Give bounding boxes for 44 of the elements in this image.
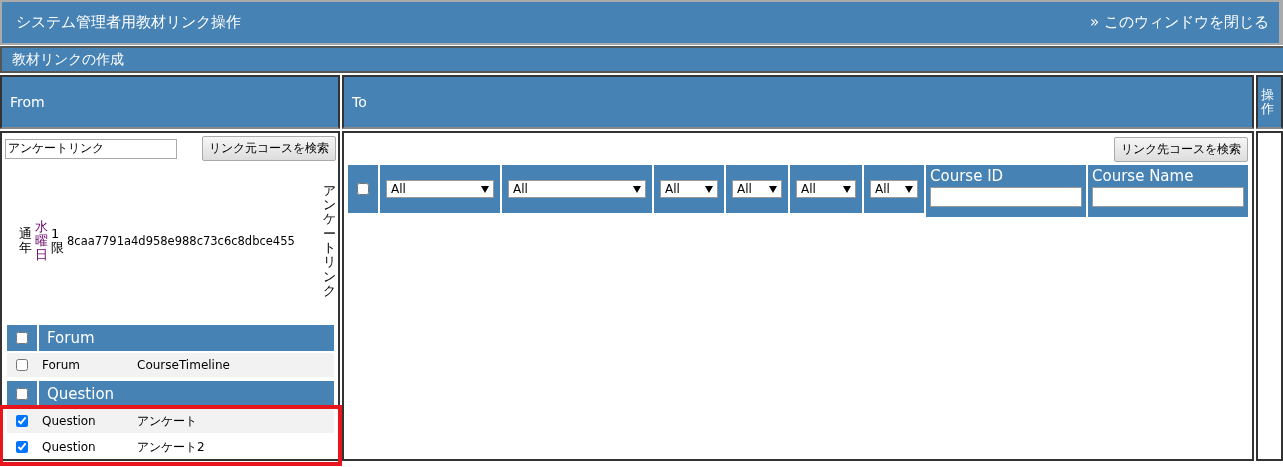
filter-dropdown[interactable]: All	[732, 180, 782, 198]
column-header: 操作	[1256, 75, 1283, 129]
dropdown-arrow-icon	[705, 185, 713, 193]
item-name-cell-text: アンケート	[136, 412, 198, 430]
item-name-cell-text: アンケート2	[136, 438, 206, 456]
item-type-cell-text: Forum	[41, 357, 82, 374]
filter-dropdown[interactable]: All	[660, 180, 718, 198]
course-id-text: 8caa7791a4d958e988c73c6c8dbce455	[67, 234, 296, 248]
close-window-link[interactable]: » このウィンドウを閉じる	[1090, 13, 1269, 32]
filter-dropdown[interactable]: All	[386, 180, 494, 198]
search-field[interactable]: アンケートリンク	[5, 138, 177, 159]
section-title: 教材リンクの作成	[12, 50, 124, 69]
dropdown-arrow-icon	[769, 185, 777, 193]
filter-label: Course Name	[1092, 167, 1195, 185]
dropdown-arrow-icon	[481, 185, 489, 193]
dropdown-arrow-icon	[633, 185, 641, 193]
item-type-cell-text: Question	[41, 439, 97, 456]
column-header: To	[342, 75, 1254, 129]
day-text: 水曜日	[35, 219, 48, 263]
item-name-cell-text: CourseTimeline	[136, 357, 231, 374]
course-name-field[interactable]	[1092, 187, 1244, 207]
group-title: Forum	[39, 325, 334, 351]
filter-dropdown[interactable]: All	[870, 180, 918, 198]
period-text: 1限	[51, 226, 64, 256]
item-type-cell-text: Question	[41, 413, 97, 430]
item-checkbox[interactable]	[16, 441, 28, 453]
search-target-button[interactable]: リンク先コースを検索	[1114, 137, 1248, 162]
filter-label: Course ID	[930, 167, 1005, 185]
select-all-checkbox[interactable]	[357, 183, 369, 195]
item-checkbox[interactable]	[16, 415, 28, 427]
course-id-field[interactable]	[930, 187, 1082, 207]
course-name-text: アンケートリンク	[323, 183, 336, 299]
column-header: From	[0, 75, 340, 129]
group-checkbox[interactable]	[16, 332, 28, 344]
dropdown-arrow-icon	[905, 185, 913, 193]
item-checkbox[interactable]	[16, 359, 28, 371]
term-text: 通年	[19, 226, 32, 256]
filter-dropdown[interactable]: All	[796, 180, 856, 198]
dropdown-arrow-icon	[843, 185, 851, 193]
group-title: Question	[39, 381, 334, 407]
page-title: システム管理者用教材リンク操作	[16, 13, 241, 32]
group-checkbox[interactable]	[16, 388, 28, 400]
search-source-button[interactable]: リンク元コースを検索	[202, 136, 336, 161]
filter-dropdown[interactable]: All	[508, 180, 646, 198]
